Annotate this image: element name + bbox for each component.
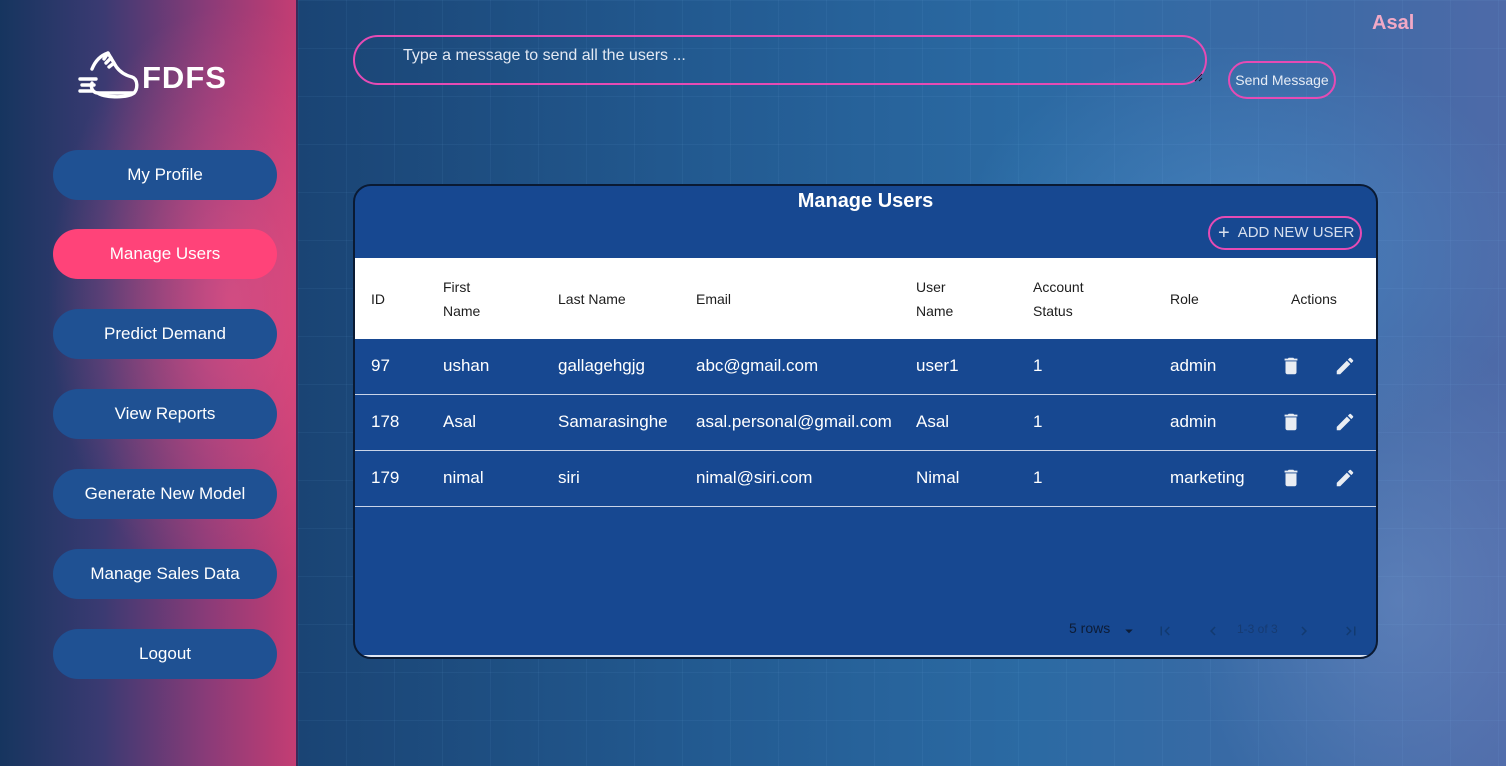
column-header-first-name[interactable]: First Name (443, 258, 507, 339)
cell-id: 179 (371, 468, 400, 487)
last-page-icon[interactable] (1342, 622, 1360, 640)
broadcast-message-box (353, 35, 1207, 85)
cell-email: nimal@siri.com (696, 468, 813, 487)
column-header-role[interactable]: Role (1170, 258, 1199, 339)
cell-id: 178 (371, 412, 400, 431)
cell-first-name: ushan (443, 356, 490, 375)
logo-text: FDFS (142, 60, 227, 95)
pagination-range: 1-3 of 3 (1237, 622, 1278, 636)
column-header-user-name[interactable]: User Name (916, 258, 976, 339)
cell-user-name: Nimal (916, 468, 960, 487)
cell-account-status: 1 (1033, 468, 1043, 487)
delete-icon[interactable] (1280, 467, 1302, 489)
dropdown-arrow-icon[interactable] (1120, 622, 1138, 640)
column-header-last-name[interactable]: Last Name (558, 258, 626, 339)
app-logo[interactable]: FDFS (78, 48, 227, 108)
cell-user-name: Asal (916, 412, 950, 431)
add-new-user-button[interactable]: + ADD NEW USER (1208, 216, 1362, 250)
shoe-logo-icon (78, 51, 139, 99)
cell-email: abc@gmail.com (696, 356, 819, 375)
cell-first-name: nimal (443, 468, 484, 487)
sidebar-item-predict-demand[interactable]: Predict Demand (53, 309, 277, 359)
cell-role: admin (1170, 356, 1217, 375)
current-user-name: Asal (1372, 12, 1415, 34)
delete-icon[interactable] (1280, 355, 1302, 377)
edit-icon[interactable] (1334, 467, 1356, 489)
cell-account-status: 1 (1033, 356, 1043, 375)
manage-users-panel: Manage Users + ADD NEW USER ID First Nam… (353, 184, 1378, 659)
column-header-email[interactable]: Email (696, 258, 731, 339)
cell-user-name: user1 (916, 356, 959, 375)
sidebar-item-manage-users[interactable]: Manage Users (53, 229, 277, 279)
sidebar-item-my-profile[interactable]: My Profile (53, 150, 277, 200)
cell-account-status: 1 (1033, 412, 1043, 431)
column-header-actions: Actions (1291, 290, 1337, 307)
cell-role: marketing (1170, 468, 1245, 487)
table-row[interactable]: 179 nimal siri nimal@siri.com Nimal 1 ma… (355, 451, 1376, 507)
sidebar-item-view-reports[interactable]: View Reports (53, 389, 277, 439)
next-page-icon[interactable] (1295, 622, 1313, 640)
cell-email: asal.personal@gmail.com (696, 412, 892, 431)
sidebar-item-generate-new-model[interactable]: Generate New Model (53, 469, 277, 519)
resize-grip-icon[interactable] (1193, 72, 1203, 82)
cell-role: admin (1170, 412, 1217, 431)
sidebar-item-logout[interactable]: Logout (53, 629, 277, 679)
rows-per-page-select[interactable]: 5 rows (1069, 620, 1110, 636)
first-page-icon[interactable] (1156, 622, 1174, 640)
broadcast-message-input[interactable] (355, 37, 1205, 83)
delete-icon[interactable] (1280, 411, 1302, 433)
add-new-user-label: ADD NEW USER (1237, 224, 1355, 241)
prev-page-icon[interactable] (1204, 622, 1222, 640)
send-message-button[interactable]: Send Message (1228, 61, 1336, 99)
cell-last-name: siri (558, 468, 580, 487)
cell-last-name: Samarasinghe (558, 412, 668, 431)
column-header-id[interactable]: ID (371, 258, 385, 339)
edit-icon[interactable] (1334, 355, 1356, 377)
cell-id: 97 (371, 356, 390, 375)
table-row[interactable]: 97 ushan gallagehgjg abc@gmail.com user1… (355, 339, 1376, 395)
table-bottom-divider (355, 655, 1376, 657)
plus-icon: + (1218, 222, 1230, 244)
edit-icon[interactable] (1334, 411, 1356, 433)
sidebar-item-manage-sales-data[interactable]: Manage Sales Data (53, 549, 277, 599)
panel-title: Manage Users (797, 190, 934, 212)
table-header: ID First Name Last Name Email User Name … (355, 258, 1376, 339)
table-row[interactable]: 178 Asal Samarasinghe asal.personal@gmai… (355, 395, 1376, 451)
column-header-account-status[interactable]: Account Status (1033, 258, 1099, 339)
sidebar: FDFS My Profile Manage Users Predict Dem… (0, 0, 298, 766)
cell-first-name: Asal (443, 412, 477, 431)
cell-last-name: gallagehgjg (558, 356, 645, 375)
